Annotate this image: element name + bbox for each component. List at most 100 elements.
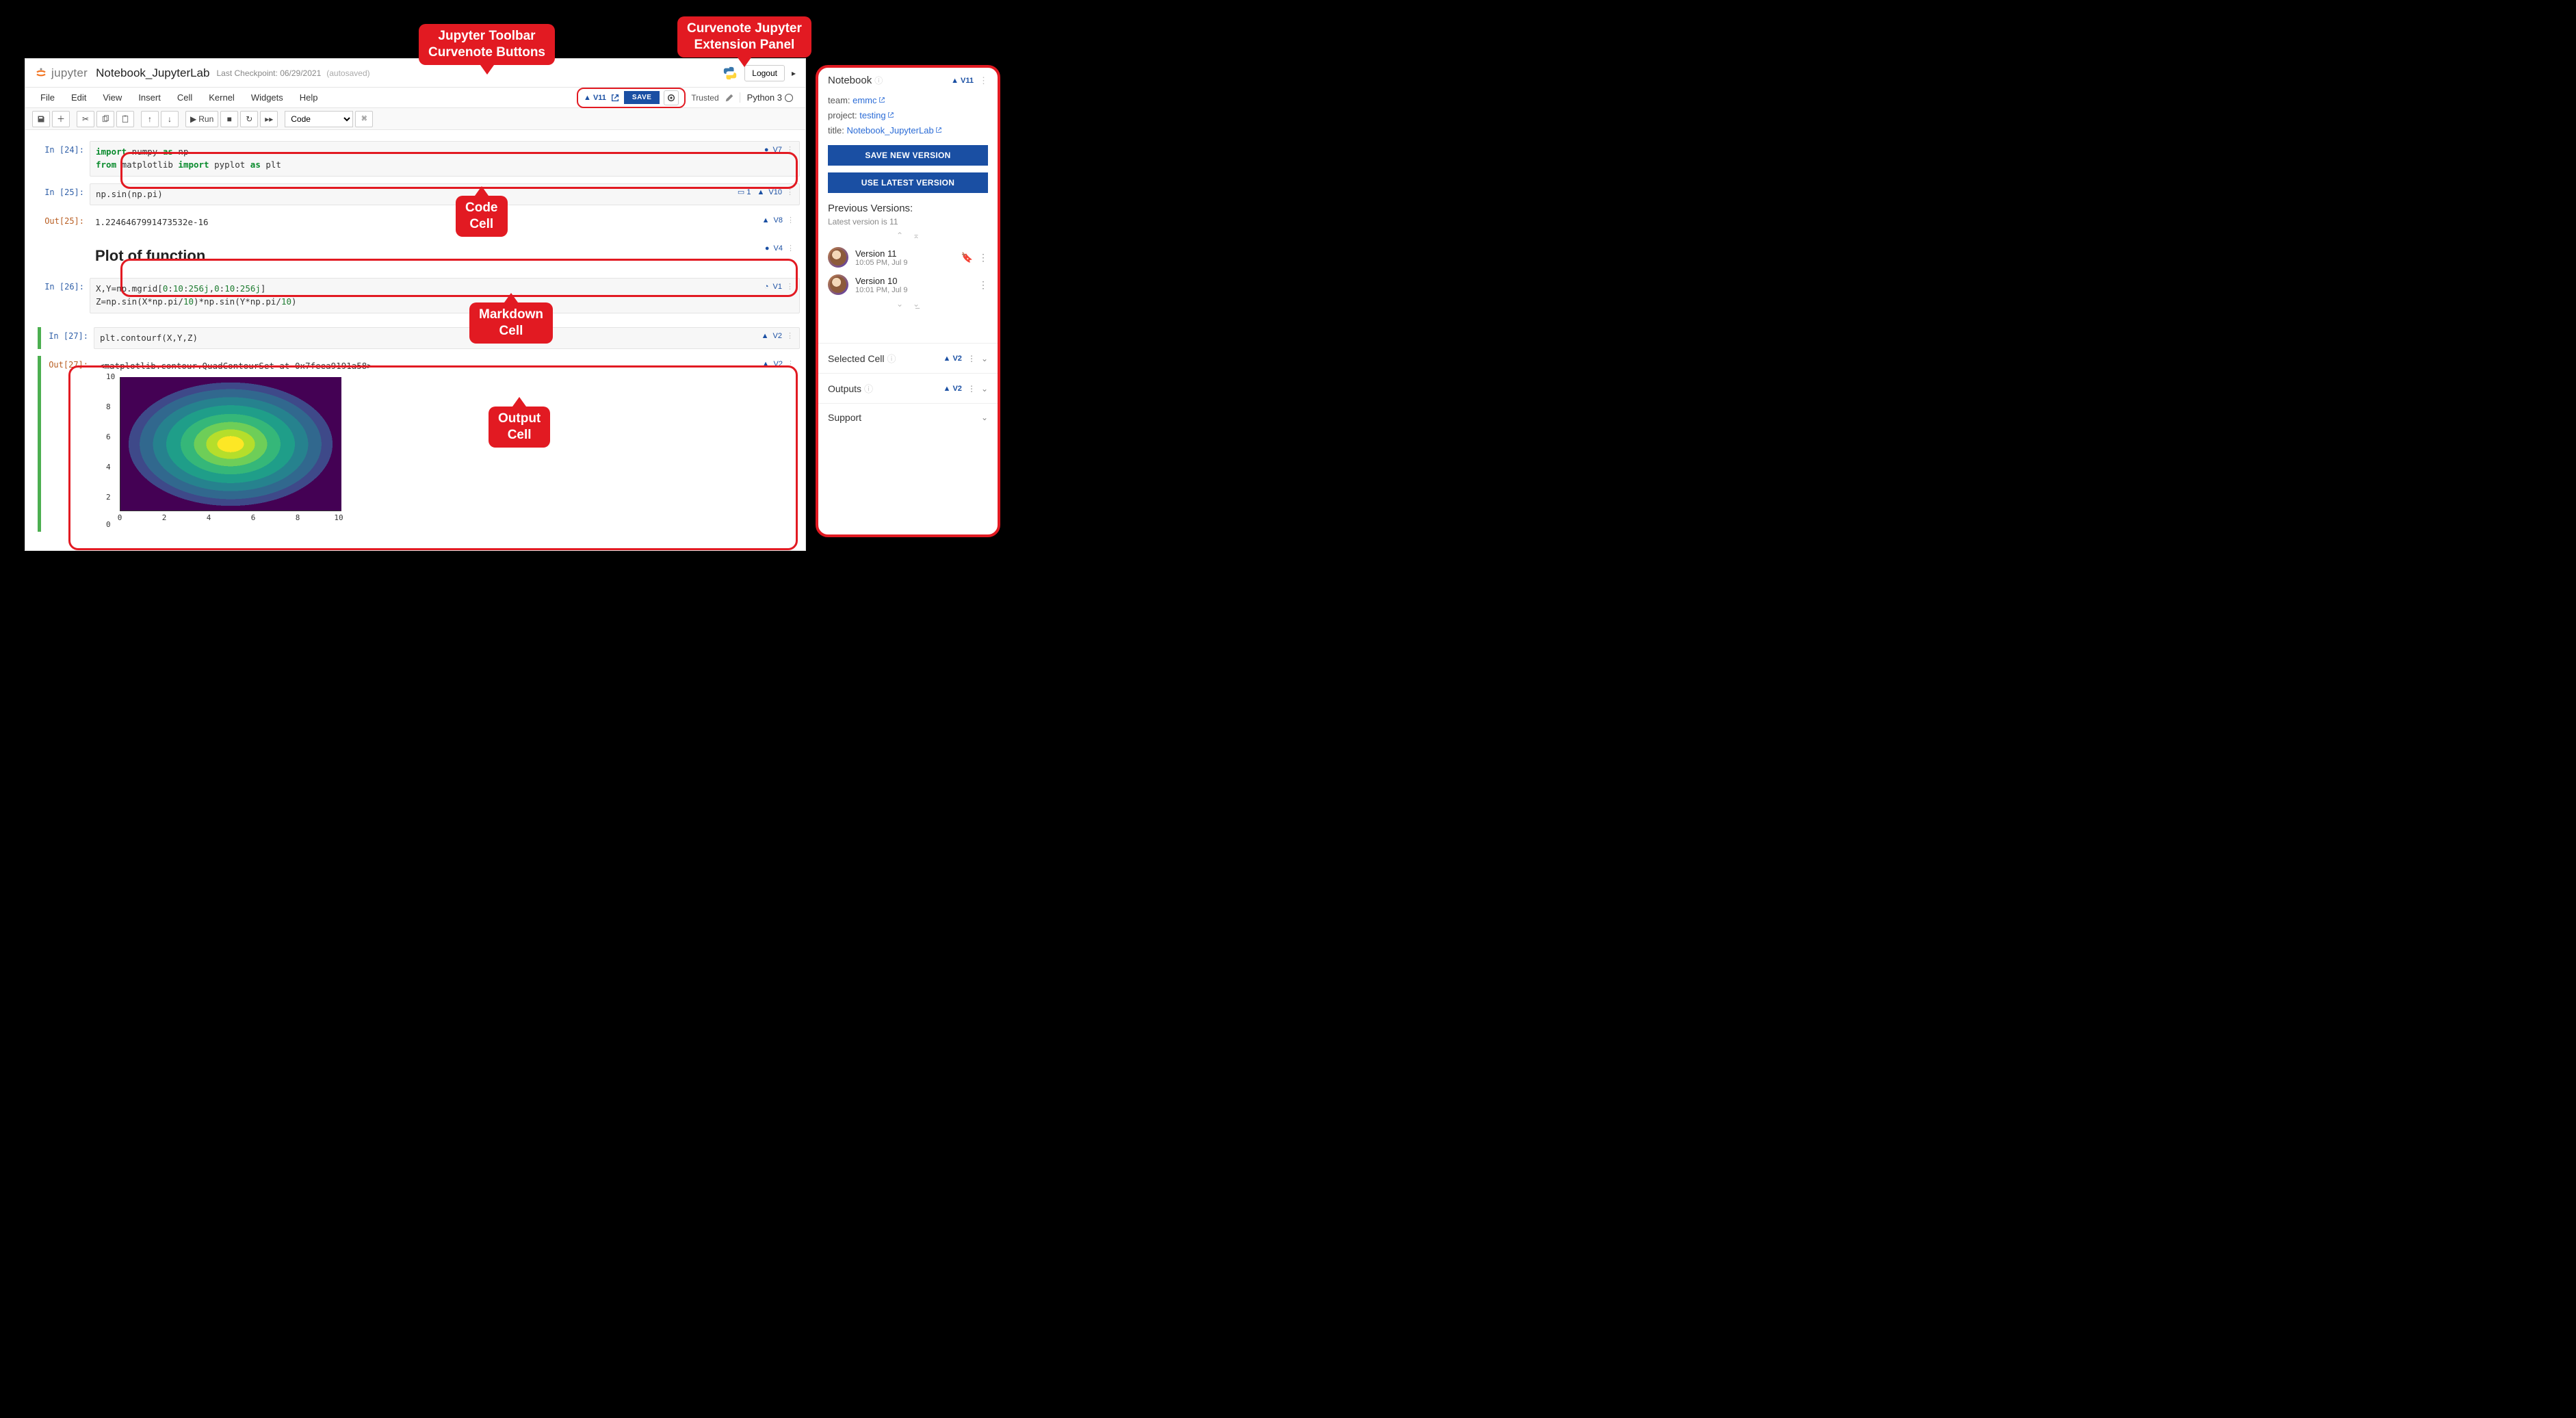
save-button[interactable]	[32, 111, 50, 127]
kernel-indicator[interactable]: Python 3	[740, 92, 793, 103]
project-value: testing	[859, 110, 885, 120]
open-external-icon[interactable]	[610, 93, 620, 103]
version-nav-bottom[interactable]: ⌄ ⌄̲	[828, 299, 988, 309]
top-icon[interactable]: ⌅	[913, 231, 920, 240]
code-cell-4[interactable]: In [27]: plt.contourf(X,Y,Z) ▲ V2 ⋮	[38, 327, 800, 350]
txt: pyplot	[209, 159, 250, 170]
version-menu-icon[interactable]: ⋮	[978, 252, 988, 263]
info-icon[interactable]: ⓘ	[874, 75, 883, 86]
code-cell-1[interactable]: In [24]: import numpy as np from matplot…	[38, 141, 800, 177]
code-body[interactable]: plt.contourf(X,Y,Z) ▲ V2 ⋮	[94, 327, 800, 350]
bottom-icon[interactable]: ⌄̲	[913, 299, 920, 309]
menu-cell[interactable]: Cell	[169, 88, 200, 107]
section-menu-icon[interactable]: ⋮	[967, 354, 976, 363]
outputs-section[interactable]: Outputs ⓘ ▲ V2 ⋮ ⌄	[818, 373, 998, 403]
selected-cell-version[interactable]: ▲ V2	[944, 354, 962, 363]
badge-text: V2	[774, 359, 783, 370]
up-icon[interactable]: ⌃	[896, 231, 903, 240]
cell-version-badge[interactable]: ▭ 1 ▲ V10 ⋮	[738, 187, 794, 198]
cell-menu-icon[interactable]: ⋮	[786, 281, 794, 293]
curvenote-version-tag[interactable]: ▲ V11	[584, 94, 606, 102]
bookmark-icon[interactable]: 🔖	[961, 252, 973, 263]
markdown-cell[interactable]: Plot of function ● V4 ⋮	[38, 240, 800, 271]
cell-menu-icon[interactable]: ⋮	[787, 359, 794, 370]
interrupt-button[interactable]: ■	[220, 111, 238, 127]
add-cell-button[interactable]: ＋	[52, 111, 70, 127]
title-label: title:	[828, 125, 846, 136]
info-icon[interactable]: ⓘ	[864, 382, 873, 395]
selected-cell-section[interactable]: Selected Cell ⓘ ▲ V2 ⋮ ⌄	[818, 343, 998, 373]
curvenote-target-button[interactable]	[664, 90, 679, 105]
cell-menu-icon[interactable]: ⋮	[787, 215, 794, 227]
version-row-10[interactable]: Version 10 10:01 PM, Jul 9 ⋮	[828, 274, 988, 295]
chevron-down-icon[interactable]: ⌄	[981, 384, 988, 394]
markdown-body[interactable]: Plot of function ● V4 ⋮	[90, 240, 800, 271]
cell-menu-icon[interactable]: ⋮	[786, 144, 794, 156]
run-button[interactable]: ▶ Run	[185, 111, 218, 127]
jupyter-window: jupyter Notebook_JupyterLab Last Checkpo…	[25, 58, 806, 551]
title-link[interactable]: Notebook_JupyterLab	[846, 125, 941, 136]
xtick: 2	[162, 513, 167, 524]
output-body: <matplotlib.contour.QuadContourSet at 0x…	[94, 356, 800, 532]
outputs-version[interactable]: ▲ V2	[944, 385, 962, 393]
ytick: 8	[106, 402, 111, 413]
cell-menu-icon[interactable]: ⋮	[786, 187, 794, 198]
version-row-11[interactable]: Version 11 10:05 PM, Jul 9 🔖 ⋮	[828, 247, 988, 268]
copy-button[interactable]	[96, 111, 114, 127]
cell-version-badge[interactable]: ▲ V2 ⋮	[762, 331, 794, 342]
avatar	[828, 274, 848, 295]
cut-button[interactable]: ✂	[77, 111, 94, 127]
code-cell-3[interactable]: In [26]: X,Y=np.mgrid[0:10:256j,0:10:256…	[38, 278, 800, 313]
use-latest-version-button[interactable]: USE LATEST VERSION	[828, 172, 988, 193]
version-nav-top[interactable]: ⌃⌅	[828, 231, 988, 240]
jupyter-logo[interactable]: jupyter	[35, 66, 88, 80]
kw-as: as	[163, 146, 173, 157]
restart-run-all-button[interactable]: ▸▸	[260, 111, 278, 127]
cell-menu-icon[interactable]: ⋮	[787, 243, 794, 255]
notebook-area[interactable]: In [24]: import numpy as np from matplot…	[25, 130, 805, 550]
in-prompt: In [26]:	[38, 278, 90, 292]
code-body[interactable]: X,Y=np.mgrid[0:10:256j,0:10:256j] Z=np.s…	[90, 278, 800, 313]
down-icon[interactable]: ⌄	[896, 299, 903, 309]
curvenote-save-button[interactable]: SAVE	[624, 91, 660, 104]
command-palette-button[interactable]: ⌘	[355, 111, 373, 127]
chevron-down-icon[interactable]: ⌄	[981, 413, 988, 422]
code-body[interactable]: np.sin(np.pi) ▭ 1 ▲ V10 ⋮	[90, 183, 800, 206]
section-menu-icon[interactable]: ⋮	[967, 384, 976, 394]
menu-edit[interactable]: Edit	[63, 88, 94, 107]
collapse-panel-icon[interactable]: ▸	[792, 68, 796, 78]
team-link[interactable]: emmc	[853, 95, 885, 105]
cell-version-badge[interactable]: ● V4 ⋮	[765, 243, 794, 255]
paste-button[interactable]	[116, 111, 134, 127]
save-new-version-button[interactable]: SAVE NEW VERSION	[828, 145, 988, 166]
cell-type-select[interactable]: Code	[285, 111, 353, 127]
support-section[interactable]: Support ⌄	[818, 403, 998, 431]
pencil-icon[interactable]	[725, 93, 734, 103]
cell-version-badge[interactable]: ◔ V1 ⋮	[764, 281, 794, 293]
menu-insert[interactable]: Insert	[130, 88, 169, 107]
panel-version-tag[interactable]: ▲ V11	[951, 77, 974, 85]
cell-version-badge[interactable]: ▲ V8 ⋮	[762, 215, 794, 227]
code-body[interactable]: import numpy as np from matplotlib impor…	[90, 141, 800, 177]
cell-version-badge[interactable]: ● V7 ⋮	[764, 144, 794, 156]
menu-kernel[interactable]: Kernel	[200, 88, 243, 107]
comment-icon[interactable]: ▭ 1	[738, 187, 751, 198]
cell-menu-icon[interactable]: ⋮	[786, 331, 794, 342]
menu-widgets[interactable]: Widgets	[243, 88, 291, 107]
logout-button[interactable]: Logout	[744, 65, 785, 81]
code-cell-2[interactable]: In [25]: np.sin(np.pi) ▭ 1 ▲ V10 ⋮	[38, 183, 800, 206]
move-up-button[interactable]: ↑	[141, 111, 159, 127]
version-menu-icon[interactable]: ⋮	[978, 279, 988, 291]
restart-button[interactable]: ↻	[240, 111, 258, 127]
project-link[interactable]: testing	[859, 110, 894, 120]
cell-version-badge[interactable]: ▲ V2 ⋮	[762, 359, 794, 370]
panel-menu-icon[interactable]: ⋮	[979, 75, 988, 86]
info-icon[interactable]: ⓘ	[887, 352, 896, 365]
menu-help[interactable]: Help	[291, 88, 326, 107]
menu-file[interactable]: File	[32, 88, 63, 107]
move-down-button[interactable]: ↓	[161, 111, 179, 127]
chevron-down-icon[interactable]: ⌄	[981, 354, 988, 363]
txt: matplotlib	[116, 159, 178, 170]
menu-view[interactable]: View	[94, 88, 130, 107]
notebook-title[interactable]: Notebook_JupyterLab	[96, 66, 209, 80]
